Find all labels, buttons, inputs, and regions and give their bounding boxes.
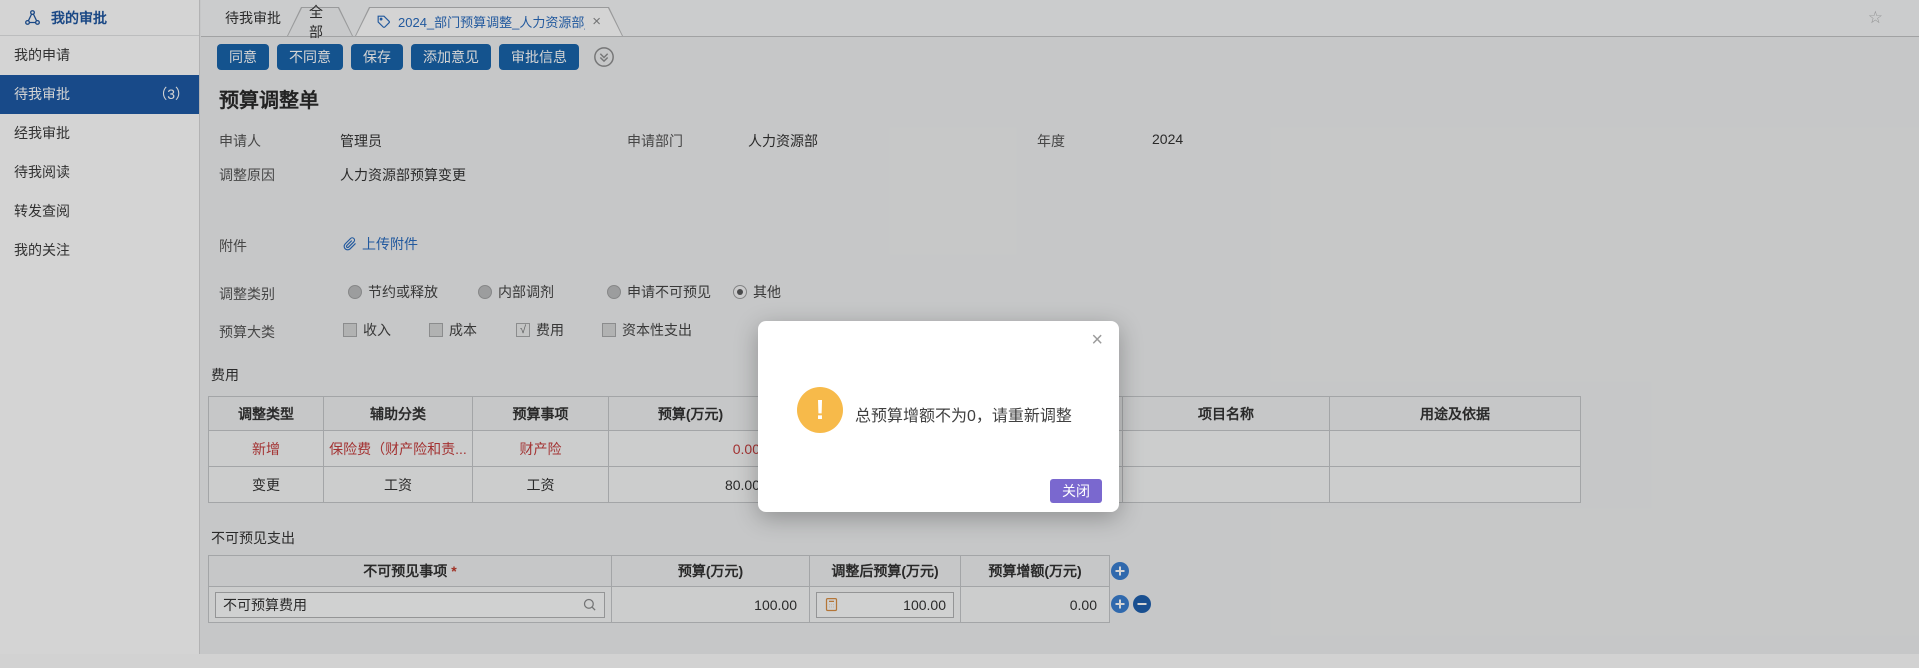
dialog-close-icon[interactable]: × [1091, 329, 1103, 352]
warning-dialog: × ! 总预算增额不为0，请重新调整 关闭 [758, 321, 1119, 512]
dialog-message: 总预算增额不为0，请重新调整 [855, 402, 1072, 426]
dialog-close-button[interactable]: 关闭 [1050, 479, 1102, 503]
warning-icon: ! [797, 387, 843, 433]
